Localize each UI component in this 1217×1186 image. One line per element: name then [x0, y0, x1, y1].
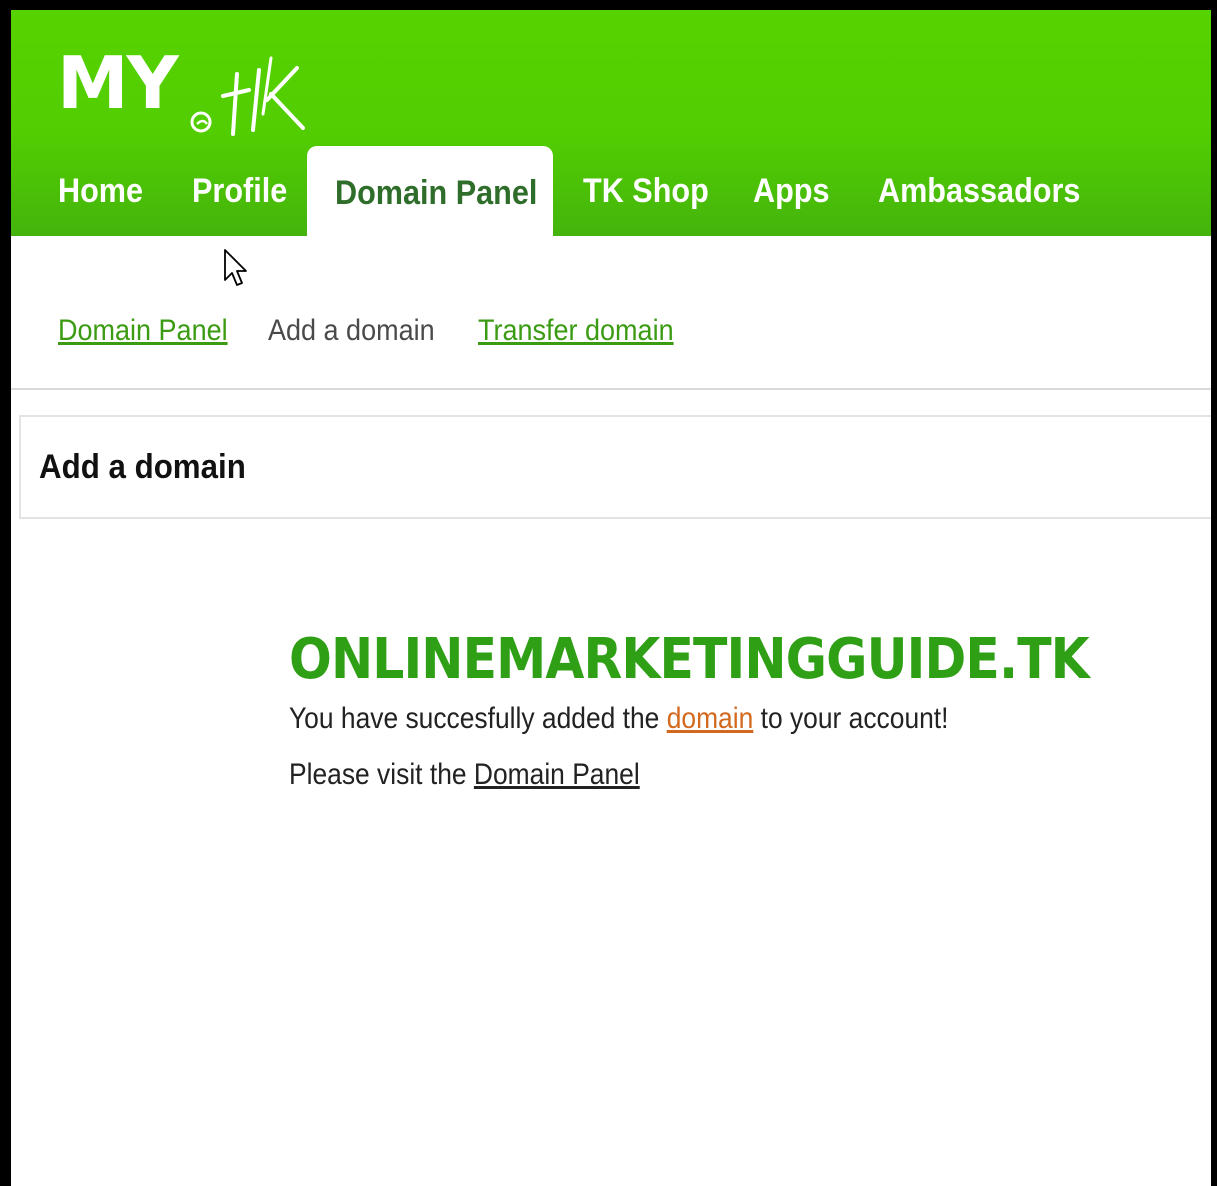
subnav-transfer-domain-link[interactable]: Transfer domain: [478, 311, 674, 351]
nav-tk-shop[interactable]: TK Shop: [583, 146, 709, 236]
domain-link[interactable]: domain: [667, 702, 754, 735]
nav-domain-panel[interactable]: Domain Panel: [335, 148, 537, 238]
visit-message: Please visit the Domain Panel: [289, 756, 1081, 794]
nav-profile[interactable]: Profile: [192, 146, 287, 236]
sub-nav: Domain Panel Add a domain Transfer domai…: [11, 236, 1211, 390]
added-domain-name: ONLINEMARKETINGGUIDE.TK: [289, 627, 1090, 692]
subnav-add-domain-current: Add a domain: [268, 314, 435, 347]
success-message: You have succesfully added the domain to…: [289, 700, 1081, 738]
domain-panel-link[interactable]: Domain Panel: [474, 758, 640, 791]
logo-tk-mark: [190, 56, 305, 136]
main-nav: Home Profile Domain Panel TK Shop Apps A…: [11, 146, 1211, 236]
visit-prefix: Please visit the: [289, 758, 474, 791]
success-prefix: You have succesfully added the: [289, 702, 667, 735]
result-content: ONLINEMARKETINGGUIDE.TK You have succesf…: [289, 628, 1189, 794]
nav-home[interactable]: Home: [58, 146, 143, 236]
nav-apps[interactable]: Apps: [753, 146, 830, 236]
logo-my-text: MY: [57, 41, 179, 125]
success-suffix: to your account!: [753, 702, 949, 735]
nav-ambassadors[interactable]: Ambassadors: [878, 146, 1080, 236]
subnav-domain-panel-link[interactable]: Domain Panel: [58, 311, 228, 351]
panel-header: Add a domain: [19, 415, 1211, 519]
browser-frame: MY Home Profile Domain Panel TK Shop App…: [0, 0, 1217, 1186]
panel-title: Add a domain: [39, 448, 246, 486]
site-logo[interactable]: MY: [57, 38, 337, 138]
mouse-pointer-icon: [224, 249, 247, 286]
